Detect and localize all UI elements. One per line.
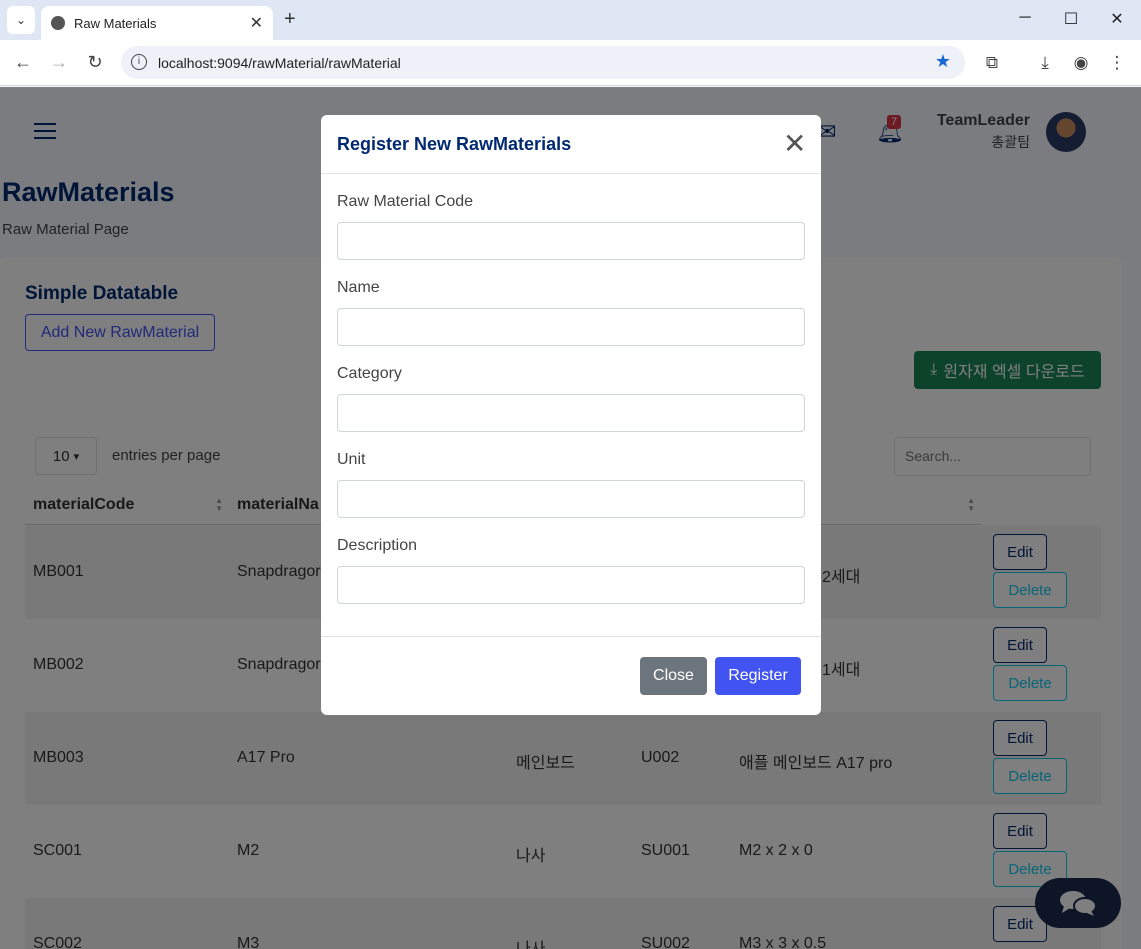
menu-icon[interactable]: ⋮: [1106, 53, 1128, 73]
modal-title: Register New RawMaterials: [337, 134, 572, 154]
name-input[interactable]: [337, 308, 805, 346]
address-bar[interactable]: i localhost:9094/rawMaterial/rawMaterial…: [121, 46, 965, 79]
field-label-code: Raw Material Code: [337, 193, 474, 210]
browser-tab[interactable]: Raw Materials ✕: [41, 6, 273, 40]
back-icon[interactable]: ←: [12, 52, 34, 73]
tab-title: Raw Materials: [74, 15, 157, 31]
category-input[interactable]: [337, 394, 805, 432]
url-text: localhost:9094/rawMaterial/rawMaterial: [158, 55, 401, 71]
browser-tab-bar: ⌄ Raw Materials ✕ + ─ ☐ ✕: [0, 0, 1141, 40]
field-label-description: Description: [337, 537, 418, 554]
modal-header: Register New RawMaterials ✕: [321, 115, 821, 174]
close-button[interactable]: Close: [640, 657, 707, 695]
bookmark-star-icon[interactable]: ★: [935, 51, 951, 72]
field-label-category: Category: [337, 365, 402, 382]
globe-icon: [51, 16, 65, 30]
close-tab-icon[interactable]: ✕: [250, 13, 263, 33]
download-icon[interactable]: ⤓: [1034, 53, 1056, 73]
extensions-icon[interactable]: ⧉: [981, 53, 1003, 73]
site-info-icon[interactable]: i: [131, 54, 147, 70]
maximize-button[interactable]: ☐: [1059, 9, 1083, 29]
minimize-button[interactable]: ─: [1013, 9, 1037, 27]
unit-input[interactable]: [337, 480, 805, 518]
forward-icon[interactable]: →: [48, 52, 70, 73]
modal-footer: Close Register: [321, 636, 821, 715]
browser-toolbar: ← → ↻ i localhost:9094/rawMaterial/rawMa…: [0, 40, 1141, 86]
close-icon[interactable]: ✕: [783, 130, 806, 158]
profile-icon[interactable]: ◉: [1070, 53, 1092, 73]
register-rawmaterial-modal: Register New RawMaterials ✕ Raw Material…: [321, 115, 821, 715]
field-label-unit: Unit: [337, 451, 366, 468]
reload-icon[interactable]: ↻: [84, 52, 106, 73]
description-input[interactable]: [337, 566, 805, 604]
close-window-button[interactable]: ✕: [1105, 9, 1129, 29]
field-label-name: Name: [337, 279, 380, 296]
tab-search-button[interactable]: ⌄: [7, 6, 35, 34]
raw-material-code-input[interactable]: [337, 222, 805, 260]
new-tab-button[interactable]: +: [284, 8, 296, 31]
register-button[interactable]: Register: [715, 657, 801, 695]
